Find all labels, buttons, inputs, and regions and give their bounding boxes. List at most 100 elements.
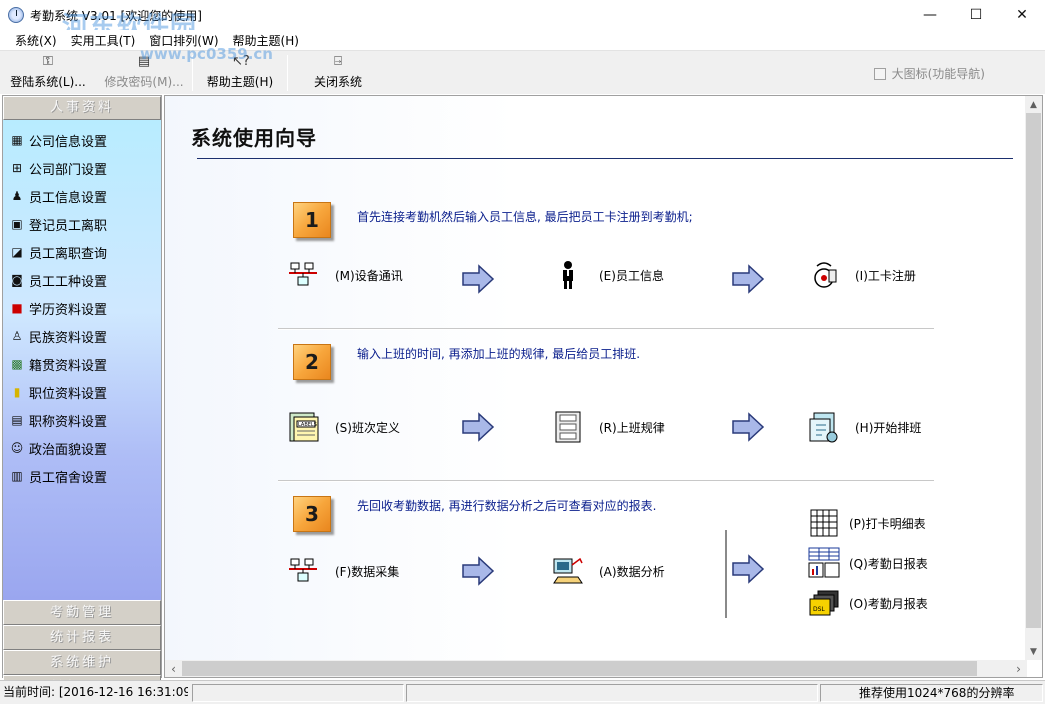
data-collect-action[interactable]: (F)数据采集 <box>287 554 399 588</box>
sidebar-item[interactable]: ▣ 登记员工离职 <box>3 210 161 238</box>
sidebar-item-label: 民族资料设置 <box>29 330 108 346</box>
card-reader-icon <box>807 258 841 292</box>
scroll-right-icon[interactable]: › <box>1010 660 1027 677</box>
employee-info-action[interactable]: (E)员工信息 <box>551 258 664 292</box>
horizontal-scrollbar[interactable]: ‹ › <box>165 660 1027 677</box>
start-schedule-label: (H)开始排班 <box>855 420 922 435</box>
big-icons-checkbox[interactable]: 大图标(功能导航) <box>873 65 985 82</box>
wizard-panel: 系统使用向导 1 首先连接考勤机然后输入员工信息, 最后把员工卡注册到考勤机; … <box>164 95 1043 678</box>
scroll-up-icon[interactable]: ▲ <box>1025 96 1042 113</box>
change-password-label: 修改密码(M)... <box>104 75 184 89</box>
maximize-button[interactable]: ☐ <box>953 0 999 30</box>
sidebar-item-label: 员工离职查询 <box>29 246 108 262</box>
svg-text:LABELS: LABELS <box>298 422 317 428</box>
data-analysis-action[interactable]: (A)数据分析 <box>551 554 665 588</box>
sidebar-list: ▦ 公司信息设置 ⊞ 公司部门设置 ♟ 员工信息设置 ▣ 登记员工离职 ◪ 员工离职查询 … <box>3 120 161 600</box>
punch-detail-report-label: (P)打卡明细表 <box>849 516 926 531</box>
scrollbar-thumb[interactable] <box>1026 113 1041 628</box>
resolution-hint: 推荐使用1024*768的分辨率 <box>820 684 1043 702</box>
shift-define-action[interactable]: LABELS (S)班次定义 <box>287 410 400 444</box>
sidebar-item[interactable]: ◙ 员工工种设置 <box>3 266 161 294</box>
step-description: 先回收考勤数据, 再进行数据分析之后可查看对应的报表. <box>357 499 657 513</box>
sidebar-item-label: 员工信息设置 <box>29 190 108 206</box>
sidebar-item[interactable]: ▤ 职称资料设置 <box>3 406 161 434</box>
sidebar-section-maintenance[interactable]: 系统维护 <box>3 650 161 675</box>
sidebar-item[interactable]: ◪ 员工离职查询 <box>3 238 161 266</box>
section-divider <box>278 480 934 482</box>
login-button[interactable]: ⚿ 登陆系统(L)... <box>0 51 96 95</box>
data-analysis-label: (A)数据分析 <box>599 564 665 579</box>
device-comm-action[interactable]: (M)设备通讯 <box>287 258 403 292</box>
sidebar-item-label: 籍贯资料设置 <box>29 358 108 374</box>
person-icon: ♟ <box>11 189 23 203</box>
close-button[interactable]: ✕ <box>999 0 1045 30</box>
clock-icon <box>8 7 24 23</box>
key-icon: ⚿ <box>43 54 53 69</box>
picture-icon: ▩ <box>11 357 23 371</box>
section-vertical-divider <box>725 530 727 618</box>
film-strip-icon <box>551 410 585 444</box>
folder-icon: ▮ <box>13 385 21 399</box>
step-badge: 2 <box>293 344 331 380</box>
scrollbar-thumb[interactable] <box>182 661 977 676</box>
employee-info-label: (E)员工信息 <box>599 268 664 283</box>
person-icon: ♙ <box>11 329 23 343</box>
monthly-report-label: (O)考勤月报表 <box>849 596 928 611</box>
step-description: 首先连接考勤机然后输入员工信息, 最后把员工卡注册到考勤机; <box>357 210 693 224</box>
sidebar-item[interactable]: ⊞ 公司部门设置 <box>3 154 161 182</box>
sidebar-header[interactable]: 人事资料 <box>3 96 161 120</box>
card-register-action[interactable]: (I)工卡注册 <box>807 258 916 292</box>
department-icon: ⊞ <box>11 161 23 175</box>
arrow-right-icon <box>462 556 495 586</box>
sidebar-item[interactable]: ♙ 民族资料设置 <box>3 322 161 350</box>
vertical-scrollbar[interactable]: ▲ ▼ <box>1025 96 1042 660</box>
current-time: 当前时间: [2016-12-16 16:31:09] <box>3 685 188 699</box>
punch-detail-report-action[interactable]: (P)打卡明细表 <box>807 506 926 540</box>
step-badge: 1 <box>293 202 331 238</box>
sidebar-item-label: 公司信息设置 <box>29 134 108 150</box>
section-divider <box>278 328 934 330</box>
svg-text:DSL: DSL <box>813 606 825 613</box>
card-register-label: (I)工卡注册 <box>855 268 916 283</box>
sidebar-item[interactable]: ▦ 公司信息设置 <box>3 126 161 154</box>
menu-tools[interactable]: 实用工具(T) <box>64 32 143 49</box>
work-rule-action[interactable]: (R)上班规律 <box>551 410 665 444</box>
step-description: 输入上班的时间, 再添加上班的规律, 最后给员工排班. <box>357 347 641 361</box>
device-comm-label: (M)设备通讯 <box>335 268 403 283</box>
daily-report-action[interactable]: (Q)考勤日报表 <box>807 546 928 580</box>
sidebar-section-attendance[interactable]: 考勤管理 <box>3 600 161 625</box>
sidebar-item-label: 员工宿舍设置 <box>29 470 108 486</box>
stacked-books-icon: DSL <box>807 586 841 620</box>
sidebar-item[interactable]: ▥ 员工宿舍设置 <box>3 462 161 490</box>
arrow-right-icon <box>732 554 765 584</box>
arrow-right-icon <box>732 412 765 442</box>
printer-icon: ▤ <box>11 413 23 427</box>
help-label: 帮助主题(H) <box>206 75 274 89</box>
sidebar-section-reports[interactable]: 统计报表 <box>3 625 161 650</box>
chart-icon: ◪ <box>11 245 23 259</box>
sidebar-item[interactable]: ♟ 员工信息设置 <box>3 182 161 210</box>
scroll-down-icon[interactable]: ▼ <box>1025 643 1042 660</box>
start-schedule-action[interactable]: (H)开始排班 <box>807 410 921 444</box>
window-controls: — ☐ ✕ <box>907 0 1045 30</box>
monthly-report-action[interactable]: DSL (O)考勤月报表 <box>807 586 928 620</box>
close-system-button[interactable]: ⍈ 关闭系统 <box>288 51 388 95</box>
people-icon: ☺ <box>10 441 24 455</box>
sidebar-item[interactable]: ■ 学历资料设置 <box>3 294 161 322</box>
work-rule-label: (R)上班规律 <box>599 420 665 435</box>
sidebar-item-label: 登记员工离职 <box>29 218 108 234</box>
big-icons-label: 大图标(功能导航) <box>891 67 985 81</box>
labels-icon: LABELS <box>287 410 321 444</box>
network-computers-icon <box>287 258 321 292</box>
sidebar-item[interactable]: ▩ 籍贯资料设置 <box>3 350 161 378</box>
sidebar-item[interactable]: ▮ 职位资料设置 <box>3 378 161 406</box>
scroll-left-icon[interactable]: ‹ <box>165 660 182 677</box>
data-collect-label: (F)数据采集 <box>335 564 400 579</box>
sidebar-item[interactable]: ☺ 政治面貌设置 <box>3 434 161 462</box>
car-icon: ◙ <box>11 273 23 287</box>
checkbox-box[interactable] <box>873 67 886 80</box>
sidebar: 人事资料 ▦ 公司信息设置 ⊞ 公司部门设置 ♟ 员工信息设置 ▣ 登记员工离职 ◪ 员工… <box>2 95 162 700</box>
menu-system[interactable]: 系统(X) <box>8 32 64 49</box>
exit-door-icon: ⍈ <box>334 54 342 69</box>
minimize-button[interactable]: — <box>907 0 953 30</box>
